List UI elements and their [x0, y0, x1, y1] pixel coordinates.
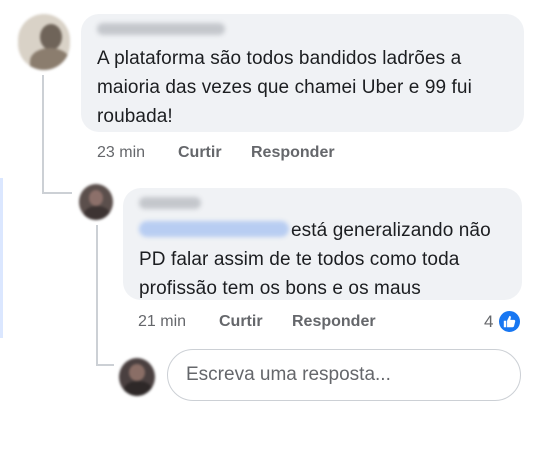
- comment-reply-button[interactable]: Responder: [251, 144, 335, 162]
- reply-bubble: está generalizando não PD falar assim de…: [123, 188, 522, 300]
- commenter-avatar[interactable]: [18, 14, 70, 70]
- reply-composer[interactable]: [167, 349, 521, 401]
- replier-avatar[interactable]: [79, 184, 113, 220]
- thread-line-horizontal: [42, 192, 72, 194]
- comment-like-button[interactable]: Curtir: [178, 144, 222, 162]
- mention-redacted[interactable]: [139, 221, 289, 237]
- thumbs-up-icon: [497, 309, 523, 334]
- reply-text: está generalizando não PD falar assim de…: [139, 216, 519, 303]
- commenter-name-redacted[interactable]: [97, 23, 225, 35]
- left-edge-accent: [0, 178, 3, 338]
- reply-timestamp[interactable]: 21 min: [138, 313, 186, 331]
- comment-bubble: A plataforma são todos bandidos ladrões …: [81, 14, 524, 132]
- reply-reply-button[interactable]: Responder: [292, 313, 376, 331]
- replier-name-redacted[interactable]: [139, 197, 201, 209]
- thread-line-reply-horizontal: [96, 364, 114, 366]
- reaction-count: 4: [484, 311, 494, 331]
- reply-input[interactable]: [184, 363, 488, 387]
- comment-timestamp[interactable]: 23 min: [97, 144, 145, 162]
- reaction-summary[interactable]: 4: [484, 309, 523, 334]
- thread-line-reply-vertical: [96, 225, 98, 365]
- comment-text: A plataforma são todos bandidos ladrões …: [97, 48, 472, 127]
- reply-text-after-mention: está generalizando não: [291, 220, 491, 241]
- reply-text-rest: PD falar assim de te todos como toda pro…: [139, 249, 460, 299]
- current-user-avatar[interactable]: [119, 358, 155, 396]
- thread-line-vertical: [42, 75, 44, 193]
- reply-like-button[interactable]: Curtir: [219, 313, 263, 331]
